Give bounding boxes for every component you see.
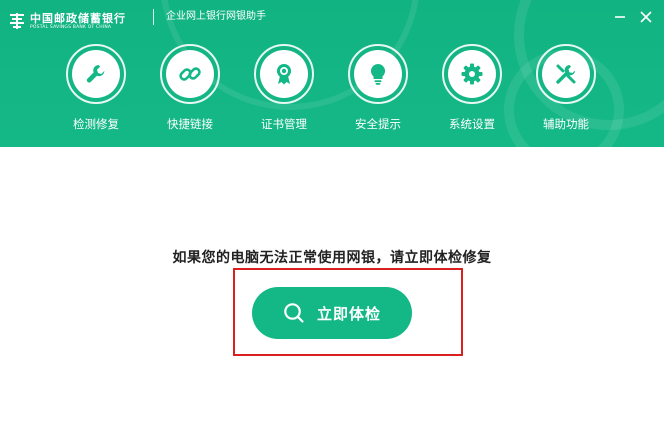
wrench-icon	[86, 65, 105, 83]
gear-icon	[461, 63, 483, 85]
close-button[interactable]	[637, 8, 655, 26]
start-check-button[interactable]: 立即体检	[252, 287, 412, 339]
nav-item-certificates[interactable]: 证书管理	[247, 44, 321, 136]
header-bar: 中国邮政储蓄银行 POSTAL SAVINGS BANK OF CHINA 企业…	[0, 0, 664, 147]
lightbulb-icon	[370, 63, 386, 85]
nav-item-system-settings[interactable]: 系统设置	[435, 44, 509, 136]
repair-prompt: 如果您的电脑无法正常使用网银，请立即体检修复	[172, 250, 492, 266]
nav-item-repair[interactable]: 检测修复	[59, 44, 133, 136]
bank-name-en: POSTAL SAVINGS BANK OF CHINA	[30, 24, 112, 30]
bank-logo-icon	[10, 13, 24, 29]
minimize-button[interactable]	[611, 8, 629, 26]
bank-name-cn: 中国邮政储蓄银行	[30, 11, 126, 25]
nav-item-quick-links[interactable]: 快捷链接	[153, 44, 227, 136]
nav-icon-ring	[442, 44, 502, 104]
tools-icon	[556, 64, 576, 84]
nav-label: 系统设置	[449, 117, 495, 131]
nav-icon-ring	[254, 44, 314, 104]
nav-label: 快捷链接	[167, 117, 213, 131]
nav-icon-ring	[66, 44, 126, 104]
search-icon	[284, 303, 304, 323]
app-title: 企业网上银行网银助手	[166, 11, 266, 22]
certificate-icon	[277, 64, 291, 85]
title-divider	[153, 9, 154, 25]
nav-icon-ring	[348, 44, 408, 104]
nav-label: 检测修复	[73, 117, 119, 131]
start-check-label: 立即体检	[316, 304, 381, 323]
minimize-icon	[615, 16, 625, 18]
nav-label: 辅助功能	[543, 117, 589, 131]
close-icon	[640, 11, 652, 23]
nav-icon-ring	[160, 44, 220, 104]
link-icon	[179, 67, 201, 81]
bank-logo: 中国邮政储蓄银行 POSTAL SAVINGS BANK OF CHINA	[8, 8, 126, 34]
nav-label: 安全提示	[355, 117, 401, 131]
nav-item-security-tips[interactable]: 安全提示	[341, 44, 415, 136]
nav-label: 证书管理	[261, 117, 307, 131]
nav-item-accessibility[interactable]: 辅助功能	[529, 44, 603, 136]
nav-icon-ring	[536, 44, 596, 104]
